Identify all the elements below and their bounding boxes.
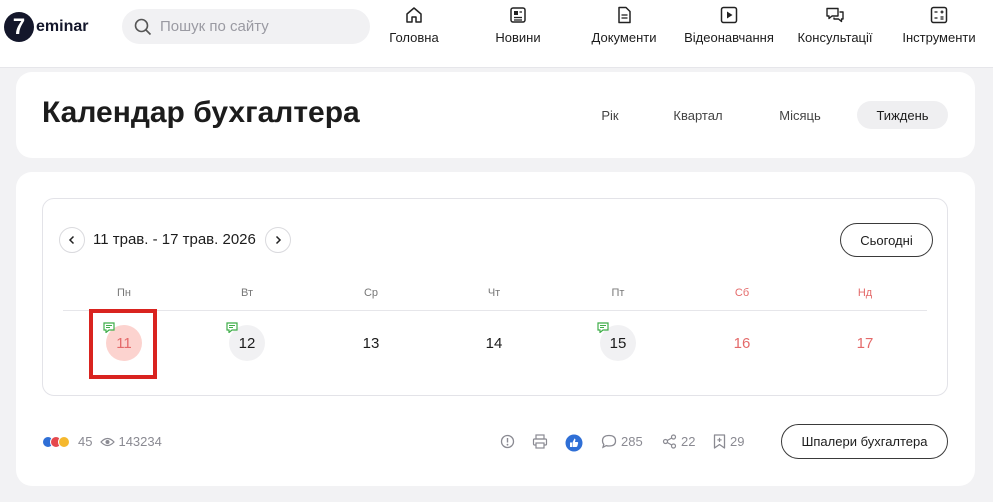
weekday-header: Ср [363, 287, 379, 299]
day-number: 12 [238, 334, 256, 352]
weekday-header: Вт [240, 287, 253, 299]
tab-quarter[interactable]: Квартал [661, 101, 735, 129]
nav-item-home[interactable]: Головна [388, 4, 440, 45]
video-icon [720, 6, 738, 24]
smile-reaction-icon [58, 435, 70, 448]
day-cell[interactable]: 12 [226, 322, 265, 361]
day-cell[interactable]: 15 [597, 322, 636, 361]
chevron-right-icon [275, 235, 282, 245]
reactions-group[interactable] [42, 435, 74, 448]
document-icon [618, 6, 631, 24]
shares-count: 22 [681, 434, 696, 449]
chat-icon [826, 7, 844, 23]
day-cell[interactable]: 11 [103, 322, 142, 361]
logo-text: eminar [36, 18, 89, 35]
search-icon [134, 18, 152, 35]
home-icon [406, 7, 422, 23]
comments-count: 285 [621, 434, 643, 449]
like-button[interactable] [565, 434, 587, 452]
day-cell[interactable]: 14 [476, 325, 512, 361]
event-note-icon [226, 322, 238, 333]
newspaper-icon [510, 7, 526, 23]
bookmarks-count: 29 [730, 434, 745, 449]
nav-label: Інструменти [902, 30, 976, 45]
day-cell[interactable]: 17 [847, 325, 883, 361]
reactions-count: 45 [78, 434, 93, 449]
day-number: 14 [485, 334, 503, 352]
search-box[interactable] [122, 9, 370, 44]
event-note-icon [103, 322, 115, 333]
date-range: 11 трав. - 17 трав. 2026 [93, 231, 256, 248]
next-week-button[interactable] [265, 227, 291, 253]
day-cell[interactable]: 13 [353, 325, 389, 361]
report-error-button[interactable] [500, 434, 519, 449]
bookmark-plus-icon [713, 434, 726, 449]
nav-label: Документи [591, 30, 657, 45]
eye-icon [100, 437, 116, 446]
nav-label: Головна [389, 30, 439, 45]
weekday-header: Пт [611, 287, 625, 299]
day-number: 11 [116, 334, 132, 352]
wallpaper-button[interactable]: Шпалери бухгалтера [781, 424, 948, 459]
nav-label: Відеонавчання [684, 30, 774, 45]
nav-item-documents[interactable]: Документи [588, 4, 660, 45]
calendar-header-card: Календар бухгалтера Рік Квартал Місяць Т… [16, 72, 975, 158]
tab-week[interactable]: Тиждень [857, 101, 948, 129]
day-number: 15 [609, 334, 627, 352]
prev-week-button[interactable] [59, 227, 85, 253]
tools-icon [930, 6, 948, 24]
event-note-icon [597, 322, 609, 333]
info-circle-icon [500, 434, 515, 449]
today-button[interactable]: Сьогодні [840, 223, 933, 257]
day-cell[interactable]: 16 [724, 325, 760, 361]
tab-month[interactable]: Місяць [763, 101, 837, 129]
article-stats: 45 143234 [42, 434, 162, 449]
nav-item-video-learning[interactable]: Відеонавчання [682, 4, 776, 45]
day-number: 16 [733, 334, 751, 352]
week-calendar: 11 трав. - 17 трав. 2026 Сьогодні Пн Вт … [42, 198, 948, 396]
chevron-left-icon [68, 235, 75, 245]
views-count: 143234 [118, 434, 162, 449]
weekday-header: Сб [734, 287, 750, 299]
nav-item-news[interactable]: Новини [493, 4, 543, 45]
printer-icon [532, 434, 548, 449]
nav-label: Новини [495, 30, 541, 45]
nav-item-tools[interactable]: Інструменти [900, 4, 978, 45]
bookmark-button[interactable]: 29 [713, 434, 744, 449]
share-icon [662, 434, 677, 449]
comments-button[interactable]: 285 [601, 434, 643, 449]
page-title: Календар бухгалтера [42, 96, 360, 129]
comment-icon [601, 434, 617, 449]
thumbs-up-icon [565, 434, 583, 452]
day-number: 13 [362, 334, 380, 352]
calendar-divider [63, 310, 927, 311]
weekday-header: Пн [117, 287, 131, 299]
logo-mark: 7 [4, 12, 34, 42]
weekday-header: Нд [857, 287, 873, 299]
nav-item-consultations[interactable]: Консультації [795, 4, 875, 45]
share-button[interactable]: 22 [662, 434, 695, 449]
search-input[interactable] [160, 18, 360, 35]
site-logo[interactable]: 7 eminar [4, 12, 88, 42]
nav-label: Консультації [797, 30, 873, 45]
day-number: 17 [856, 334, 874, 352]
print-button[interactable] [532, 434, 552, 449]
top-navigation-bar: 7 eminar Головна Новини [0, 0, 993, 68]
tab-year[interactable]: Рік [590, 101, 630, 129]
weekday-header: Чт [487, 287, 501, 299]
